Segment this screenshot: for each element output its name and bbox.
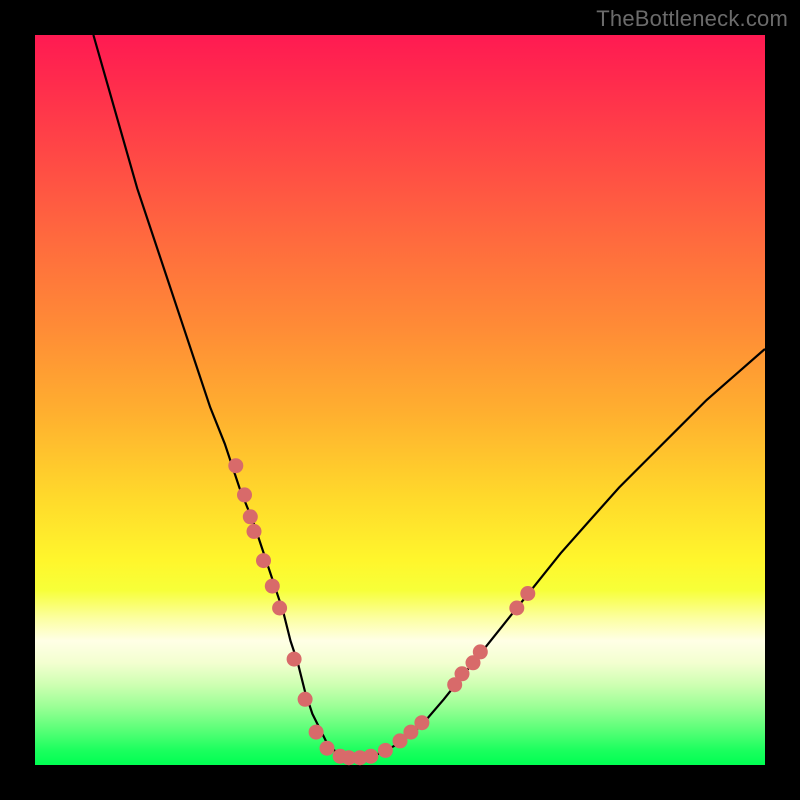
data-point [473, 644, 488, 659]
data-point [378, 743, 393, 758]
data-point [414, 715, 429, 730]
chart-frame: TheBottleneck.com [0, 0, 800, 800]
plot-area [35, 35, 765, 765]
data-point [247, 524, 262, 539]
data-point [237, 487, 252, 502]
curve-layer [35, 35, 765, 765]
data-point [309, 725, 324, 740]
data-point [287, 652, 302, 667]
watermark-text: TheBottleneck.com [596, 6, 788, 32]
data-point [256, 553, 271, 568]
data-point [228, 458, 243, 473]
data-point [272, 601, 287, 616]
data-markers [228, 458, 535, 765]
data-point [520, 586, 535, 601]
bottleneck-curve [93, 35, 765, 758]
data-point [243, 509, 258, 524]
data-point [265, 579, 280, 594]
data-point [455, 666, 470, 681]
data-point [509, 601, 524, 616]
data-point [363, 749, 378, 764]
data-point [320, 741, 335, 756]
data-point [298, 692, 313, 707]
